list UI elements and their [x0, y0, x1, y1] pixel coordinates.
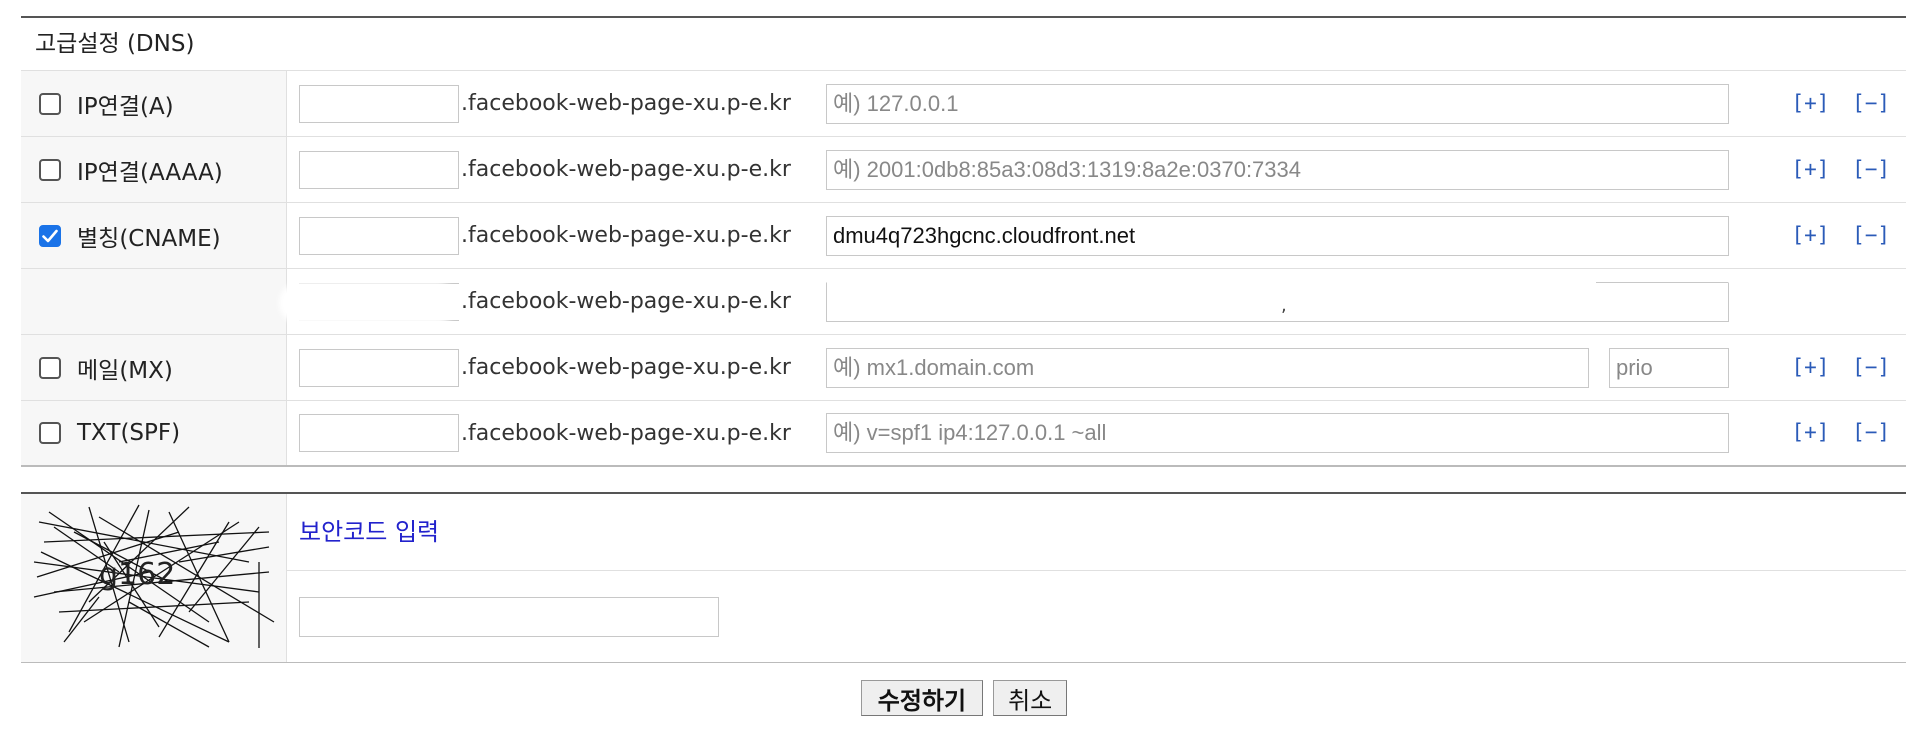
record-label-cell: TXT(SPF): [21, 401, 287, 465]
row-actions: [+] [−]: [1781, 354, 1890, 378]
dns-row-cname-extra: .facebook-web-page-xu.p-e.kr ,: [21, 269, 1906, 335]
dns-row-mx: 메일(MX) .facebook-web-page-xu.p-e.kr [+] …: [21, 335, 1906, 401]
record-mx-checkbox[interactable]: [39, 356, 61, 379]
record-label-cell: 별칭(CNAME): [21, 203, 287, 268]
checkmark-icon: [42, 229, 58, 242]
record-label-cell: 메일(MX): [21, 335, 287, 400]
record-value-cell: .facebook-web-page-xu.p-e.kr [+] [−]: [287, 401, 1906, 465]
record-mx-prio-input[interactable]: [1609, 347, 1729, 388]
record-label-cell: IP연결(AAAA): [21, 137, 287, 202]
record-mx-subdomain-input[interactable]: [299, 348, 459, 387]
record-txt-value-input[interactable]: [826, 413, 1729, 453]
record-txt-subdomain-input[interactable]: [299, 414, 459, 452]
dns-row-aaaa: IP연결(AAAA) .facebook-web-page-xu.p-e.kr …: [21, 137, 1906, 203]
record-txt-checkbox[interactable]: [39, 422, 61, 444]
dns-row-txt: TXT(SPF) .facebook-web-page-xu.p-e.kr [+…: [21, 401, 1906, 467]
record-a-value-input[interactable]: [826, 83, 1729, 124]
record-a-label: IP연결(A): [77, 93, 174, 120]
record-label-cell: [21, 269, 287, 334]
dns-row-a: IP연결(A) .facebook-web-page-xu.p-e.kr [+]…: [21, 71, 1906, 137]
security-code-input[interactable]: [299, 596, 719, 637]
button-bar: 수정하기 취소: [0, 680, 1928, 716]
record-label-cell: IP연결(A): [21, 71, 287, 136]
security-main: 보안코드 입력: [287, 494, 1906, 662]
record-extra-value-input[interactable]: ,: [826, 281, 1729, 322]
cancel-button[interactable]: 취소: [993, 680, 1068, 716]
record-aaaa-subdomain-input[interactable]: [299, 150, 459, 189]
domain-suffix: .facebook-web-page-xu.p-e.kr: [461, 420, 791, 446]
add-row-button[interactable]: [+]: [1791, 156, 1829, 180]
record-mx-label: 메일(MX): [77, 357, 173, 384]
record-value-cell: .facebook-web-page-xu.p-e.kr [+] [−]: [287, 203, 1906, 268]
domain-suffix: .facebook-web-page-xu.p-e.kr: [461, 289, 791, 314]
row-actions: [+] [−]: [1781, 420, 1890, 444]
record-value-cell: .facebook-web-page-xu.p-e.kr [+] [−]: [287, 335, 1906, 400]
record-cname-label: 별칭(CNAME): [77, 225, 221, 252]
record-a-subdomain-input[interactable]: [299, 84, 459, 123]
domain-suffix: .facebook-web-page-xu.p-e.kr: [461, 223, 791, 248]
record-aaaa-value-input[interactable]: [826, 149, 1729, 190]
record-aaaa-checkbox[interactable]: [39, 158, 61, 181]
row-actions: [+] [−]: [1781, 222, 1890, 246]
captcha-text: g162: [99, 557, 175, 592]
row-actions: [+] [−]: [1781, 90, 1890, 114]
record-a-checkbox[interactable]: [39, 92, 61, 115]
remove-row-button[interactable]: [−]: [1852, 354, 1890, 378]
row-actions: [+] [−]: [1781, 156, 1890, 180]
record-value-cell: .facebook-web-page-xu.p-e.kr ,: [283, 269, 1906, 334]
record-cname-subdomain-input[interactable]: [299, 216, 459, 255]
remove-row-button[interactable]: [−]: [1852, 90, 1890, 114]
section-title: 고급설정 (DNS): [21, 18, 1906, 71]
record-value-cell: .facebook-web-page-xu.p-e.kr [+] [−]: [287, 137, 1906, 202]
add-row-button[interactable]: [+]: [1791, 90, 1829, 114]
security-code-label: 보안코드 입력: [287, 494, 1906, 571]
dns-settings-section: 고급설정 (DNS) IP연결(A) .facebook-web-page-xu…: [21, 16, 1906, 467]
submit-button[interactable]: 수정하기: [860, 680, 984, 716]
security-code-section: g162 보안코드 입력: [21, 492, 1906, 663]
domain-suffix: .facebook-web-page-xu.p-e.kr: [461, 157, 791, 182]
add-row-button[interactable]: [+]: [1791, 420, 1829, 444]
captcha-image: g162: [33, 504, 275, 648]
add-row-button[interactable]: [+]: [1791, 354, 1829, 378]
security-input-row: [287, 571, 1906, 662]
remove-row-button[interactable]: [−]: [1852, 420, 1890, 444]
captcha-cell: g162: [21, 494, 287, 662]
domain-suffix: .facebook-web-page-xu.p-e.kr: [461, 355, 791, 380]
record-cname-checkbox[interactable]: [39, 224, 61, 247]
dns-row-cname: 별칭(CNAME) .facebook-web-page-xu.p-e.kr […: [21, 203, 1906, 269]
domain-suffix: .facebook-web-page-xu.p-e.kr: [461, 91, 791, 116]
record-cname-value-input[interactable]: [826, 215, 1729, 256]
remove-row-button[interactable]: [−]: [1852, 222, 1890, 246]
record-aaaa-label: IP연결(AAAA): [77, 159, 223, 186]
remove-row-button[interactable]: [−]: [1852, 156, 1890, 180]
record-extra-subdomain-input[interactable]: [283, 282, 459, 321]
record-txt-label: TXT(SPF): [77, 420, 181, 446]
record-value-cell: .facebook-web-page-xu.p-e.kr [+] [−]: [287, 71, 1906, 136]
add-row-button[interactable]: [+]: [1791, 222, 1829, 246]
record-mx-value-input[interactable]: [826, 347, 1589, 388]
